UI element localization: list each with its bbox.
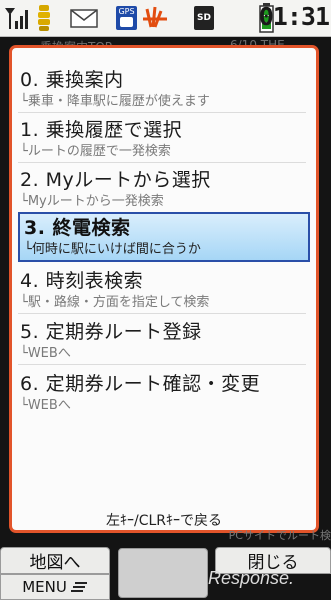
menu-item-1[interactable]: 1. 乗換履歴で選択 └ルートの履歴で一発検索: [18, 114, 310, 164]
menu-softkey-label: MENU: [22, 578, 67, 596]
menu-item-title: 3. 終電検索: [24, 217, 131, 239]
gps-label: GPS: [118, 7, 135, 16]
divider: [18, 313, 306, 314]
no-signal-antenna-icon: [143, 6, 167, 28]
menu-item-5[interactable]: 5. 定期券ルート登録 └WEBへ: [18, 316, 310, 366]
menu-item-subtitle: └WEBへ: [20, 398, 71, 413]
menu-item-title: 1. 乗換履歴で選択: [20, 119, 183, 141]
mail-icon: [70, 9, 98, 28]
map-softkey-label: 地図へ: [29, 553, 81, 573]
pc-site-note: PCサイトでルート検: [228, 529, 331, 542]
menu-item-2[interactable]: 2. Myルートから選択 └Myルートから一発検索: [18, 164, 310, 214]
menu-popup: 0. 乗換案内 └乗車・降車駅に履歴が使えます 1. 乗換履歴で選択 └ルートの…: [9, 45, 319, 533]
menu-item-subtitle: └WEBへ: [20, 346, 71, 361]
menu-item-0[interactable]: 0. 乗換案内 └乗車・降車駅に履歴が使えます: [18, 64, 310, 114]
gps-icon: GPS: [116, 6, 137, 30]
menu-list-icon: [70, 582, 87, 592]
battery-icon: [38, 5, 50, 31]
menu-item-subtitle: └Myルートから一発検索: [20, 194, 164, 209]
status-bar: GPS SD 01:31: [0, 0, 331, 37]
menu-item-title: 2. Myルートから選択: [20, 169, 211, 191]
menu-item-subtitle: └乗車・降車駅に履歴が使えます: [20, 94, 210, 109]
response-watermark: Response.: [208, 568, 295, 588]
signal-strength-icon: [5, 8, 28, 29]
menu-item-title: 0. 乗換案内: [20, 69, 124, 91]
divider: [18, 162, 306, 163]
menu-item-subtitle: └ルートの履歴で一発検索: [20, 144, 171, 159]
divider: [18, 112, 306, 113]
menu-item-title: 6. 定期券ルート確認・変更: [20, 373, 261, 395]
menu-item-title: 4. 時刻表検索: [20, 270, 144, 292]
menu-item-subtitle: └駅・路線・方面を指定して検索: [20, 295, 210, 310]
menu-item-4[interactable]: 4. 時刻表検索 └駅・路線・方面を指定して検索: [18, 265, 310, 315]
sd-card-icon: SD: [194, 6, 214, 30]
menu-softkey-button[interactable]: MENU: [0, 574, 110, 600]
center-select-key[interactable]: [118, 548, 208, 598]
menu-item-6[interactable]: 6. 定期券ルート確認・変更 └WEBへ: [18, 368, 310, 418]
menu-item-title: 5. 定期券ルート登録: [20, 321, 202, 343]
sd-label: SD: [197, 13, 211, 23]
menu-item-3-selected[interactable]: 3. 終電検索 └何時に駅にいけば間に合うか: [18, 212, 310, 262]
divider: [18, 364, 306, 365]
menu-item-subtitle: └何時に駅にいけば間に合うか: [24, 242, 201, 257]
map-softkey-button[interactable]: 地図へ: [0, 547, 110, 574]
clock: 01:31: [258, 2, 330, 31]
